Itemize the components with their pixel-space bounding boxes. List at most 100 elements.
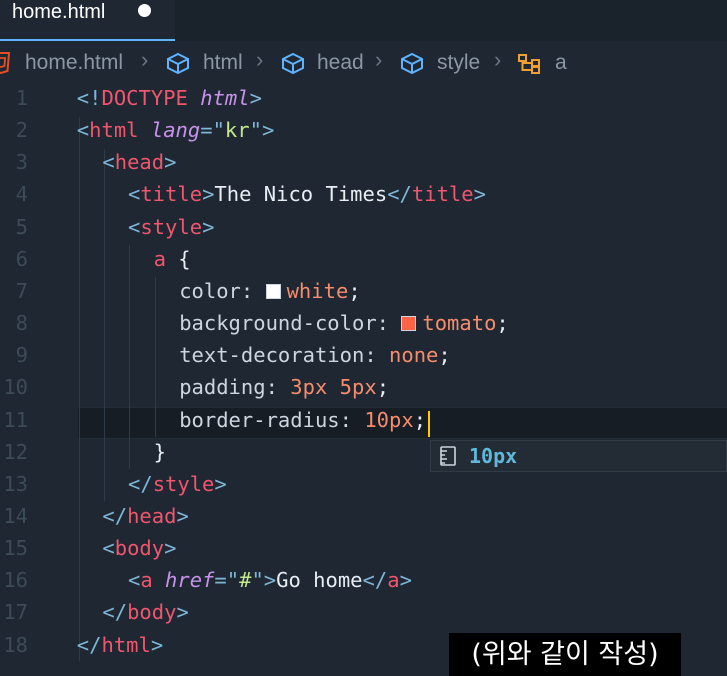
code-line[interactable]: 17 </body> [0, 596, 727, 628]
code-token: kr [224, 118, 250, 143]
code-token: > [473, 182, 486, 207]
code-token: none [389, 343, 439, 368]
code-text: <style> [128, 211, 214, 243]
code-line[interactable]: 14 </head> [0, 500, 727, 532]
line-number: 11 [3, 407, 28, 432]
line-number: 1 [15, 86, 28, 110]
code-line[interactable]: 8 background-color: tomato; [0, 307, 727, 339]
code-token: > [399, 568, 412, 593]
code-token: The Nico Times [214, 182, 388, 207]
code-line[interactable]: 5 <style> [0, 211, 727, 243]
code-token: style [152, 471, 215, 496]
cube-icon [282, 52, 304, 74]
breadcrumb-file[interactable]: home.html [25, 51, 123, 75]
breadcrumb-item-head[interactable]: head [317, 51, 364, 75]
line-number: 2 [15, 118, 28, 143]
html5-file-icon [0, 52, 11, 74]
code-token: tomato [422, 311, 497, 336]
code-token: ; [413, 407, 427, 432]
code-line[interactable]: 11 border-radius: 10px; [0, 404, 727, 436]
line-number: 14 [3, 503, 28, 528]
line-number: 16 [3, 568, 28, 593]
subtitle-caption: (위와 같이 작성) [449, 633, 681, 676]
code-line[interactable]: 16 <a href="#">Go home</a> [0, 564, 727, 596]
code-token: > [164, 150, 177, 175]
code-token: > [150, 632, 164, 657]
breadcrumb-item-html[interactable]: html [203, 51, 243, 75]
code-line[interactable]: 6 a { [0, 243, 727, 275]
unsaved-dot-icon[interactable] [138, 4, 151, 17]
color-swatch-icon[interactable] [265, 283, 281, 299]
code-token: head [114, 150, 165, 175]
color-swatch-icon[interactable] [401, 316, 417, 332]
code-text: <title>The Nico Times</title> [128, 178, 486, 210]
code-text: } [154, 436, 166, 468]
code-token: white [286, 278, 349, 303]
code-token: a [387, 568, 400, 593]
code-text: <!DOCTYPE html> [77, 82, 262, 114]
code-token: html [89, 118, 151, 143]
line-number: 10 [3, 375, 28, 400]
code-text: <head> [102, 146, 176, 178]
tab-bar: home.html [0, 0, 727, 41]
breadcrumb: home.html › html › head › style › a [0, 41, 727, 85]
code-line[interactable]: 10 padding: 3px 5px; [0, 371, 727, 403]
code-line[interactable]: 4 <title>The Nico Times</title> [0, 178, 727, 210]
code-line[interactable]: 1 <!DOCTYPE html> [0, 82, 727, 114]
tab-home-html[interactable]: home.html [0, 0, 175, 41]
line-number: 8 [15, 311, 28, 336]
code-text: <body> [102, 532, 176, 564]
breadcrumb-item-a[interactable]: a [555, 51, 567, 75]
code-token: <! [76, 86, 102, 110]
code-text: <html lang="kr"> [77, 114, 275, 146]
code-line[interactable]: 15 <body> [0, 532, 727, 564]
code-line[interactable]: 2 <html lang="kr"> [0, 114, 727, 146]
code-text: a { [154, 243, 191, 275]
code-token: < [76, 118, 90, 143]
breadcrumb-item-style[interactable]: style [437, 51, 480, 75]
autocomplete-suggestion[interactable]: 10px [430, 440, 727, 472]
code-line[interactable]: 13 </style> [0, 468, 727, 500]
code-text: background-color: tomato; [179, 307, 509, 339]
code-token: < [102, 536, 115, 561]
code-token: DOCTYPE [101, 86, 201, 110]
code-line[interactable]: 7 color: white; [0, 275, 727, 307]
line-number: 6 [15, 246, 28, 271]
code-token: </ [76, 632, 102, 657]
line-number: 9 [15, 343, 28, 368]
line-number: 17 [3, 600, 28, 625]
code-token: body [114, 536, 165, 561]
suggestion-label: 10px [469, 444, 518, 468]
code-token: < [128, 182, 141, 207]
code-token: > [164, 536, 177, 561]
code-text: padding: 3px 5px; [179, 371, 389, 403]
code-token: > [202, 214, 215, 239]
code-token: html [101, 632, 151, 657]
code-line[interactable]: 3 <head> [0, 146, 727, 178]
code-text: </html> [77, 629, 163, 661]
code-token: 10px [364, 407, 414, 432]
code-token: ; [438, 343, 451, 368]
code-token: > [202, 182, 215, 207]
line-number: 12 [3, 439, 28, 464]
code-token: padding: [179, 375, 291, 400]
code-token: background-color: [179, 311, 402, 336]
code-token: < [102, 150, 115, 175]
code-token: 3px 5px [290, 375, 377, 400]
code-token: style [140, 214, 203, 239]
code-token: Go home [276, 568, 363, 593]
code-text: </body> [102, 596, 188, 628]
code-token: </ [387, 182, 412, 207]
code-token: a [153, 246, 179, 271]
code-token: title [411, 182, 474, 207]
code-editor[interactable]: 1 <!DOCTYPE html> 2 <html lang="kr"> 3 <head>… [0, 85, 727, 676]
ruler-icon [440, 446, 456, 466]
text-cursor [428, 411, 430, 437]
code-line[interactable]: 9 text-decoration: none; [0, 339, 727, 371]
css-selector-icon [518, 54, 540, 74]
code-token: "> [249, 118, 275, 143]
code-token: > [214, 471, 227, 496]
code-text: <a href="#">Go home</a> [128, 564, 412, 596]
code-token: > [176, 503, 189, 528]
code-token: a [140, 568, 166, 593]
